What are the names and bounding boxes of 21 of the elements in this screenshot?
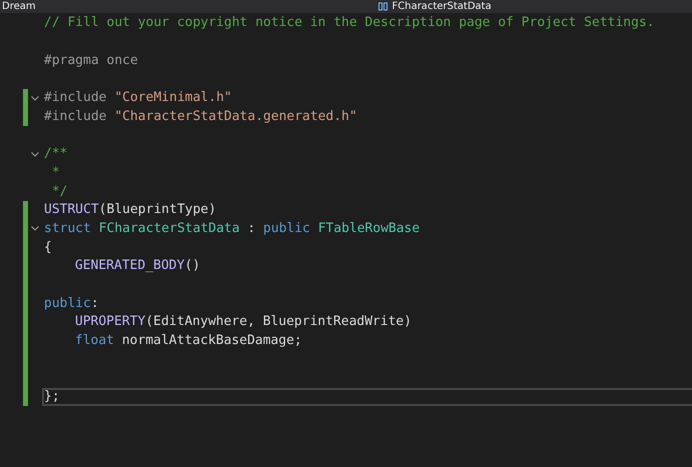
code-line: USTRUCT(BlueprintType) bbox=[44, 202, 216, 218]
code-line: */ bbox=[50, 184, 68, 200]
code-line: struct FCharacterStatData : public FTableRowBase bbox=[44, 220, 420, 237]
code-line: * bbox=[50, 164, 60, 181]
code-line: float normalAttackBaseDamage; bbox=[75, 333, 302, 350]
code-line: /** bbox=[44, 146, 68, 162]
project-dropdown[interactable]: Dream bbox=[0, 0, 378, 12]
struct-icon bbox=[378, 2, 388, 11]
code-line: public: bbox=[44, 296, 99, 312]
collapse-icon[interactable] bbox=[31, 96, 39, 101]
code-line: #pragma once bbox=[44, 52, 138, 69]
code-line: { bbox=[44, 240, 52, 256]
code-line: // Fill out your copyright notice in the Description page of Project Settings. bbox=[44, 15, 654, 32]
member-dropdown[interactable]: FCharacterStatData bbox=[392, 0, 492, 12]
code-line: UPROPERTY(EditAnywhere, BlueprintReadWrite) bbox=[75, 314, 412, 330]
collapse-icon[interactable] bbox=[31, 152, 39, 157]
code-line: GENERATED_BODY() bbox=[75, 258, 200, 274]
code-line: #include "CharacterStatData.generated.h" bbox=[44, 108, 358, 125]
code-line: }; bbox=[44, 389, 60, 406]
code-line: #include "CoreMinimal.h" bbox=[44, 90, 232, 106]
collapse-icon[interactable] bbox=[31, 226, 39, 232]
